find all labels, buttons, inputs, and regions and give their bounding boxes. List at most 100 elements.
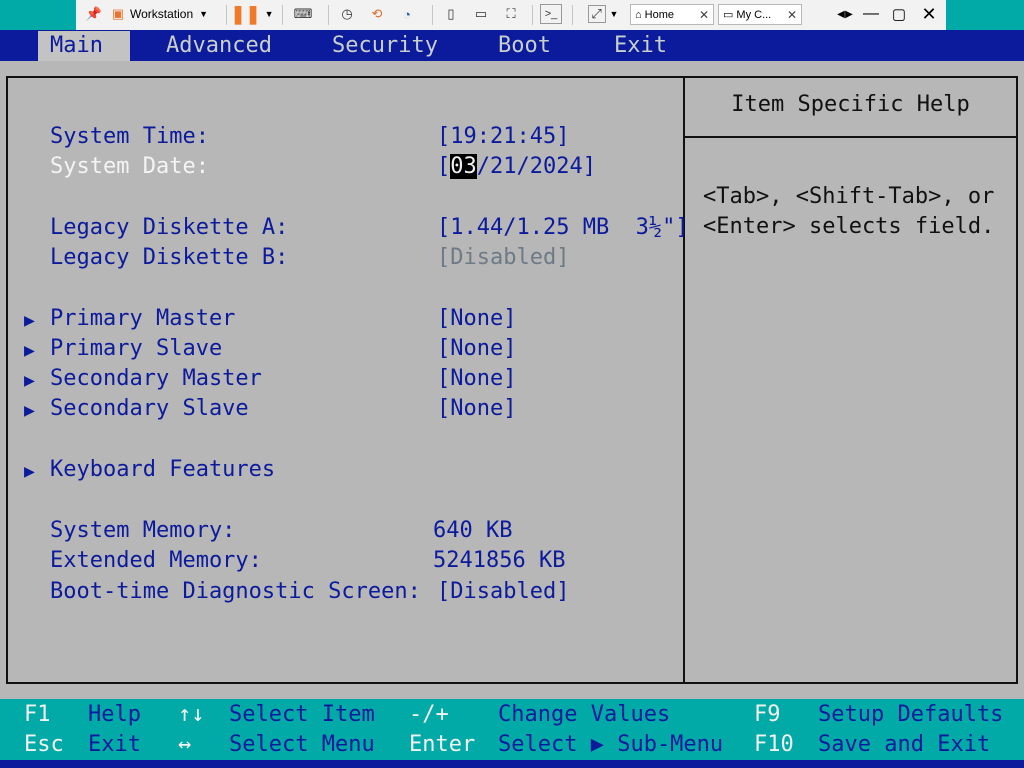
- chevron-down-icon: ▼: [264, 9, 274, 19]
- key-f9-desc: Setup Defaults: [818, 702, 1004, 727]
- boot-diagnostic-field[interactable]: [Disabled]: [437, 577, 569, 607]
- snapshot-manager-button[interactable]: ◔: [396, 4, 418, 24]
- help-divider: [685, 136, 1016, 138]
- key-enter-desc: Select ▶ Sub-Menu: [498, 732, 724, 757]
- vmware-logo-icon: ▣: [111, 6, 125, 21]
- triangle-right-icon: ▶: [24, 310, 35, 331]
- diskette-b-field: [Disabled]: [437, 245, 570, 270]
- toolbar-divider: [328, 5, 329, 25]
- key-left-right-desc: Select Menu: [229, 732, 375, 757]
- system-memory-value: 640 KB: [433, 518, 513, 543]
- chevron-down-icon: ▼: [609, 9, 619, 19]
- key-up-down: ↑↓: [178, 702, 205, 727]
- date-month-cursor[interactable]: 03: [450, 154, 477, 179]
- library-view-button[interactable]: ▯: [440, 4, 462, 24]
- extended-memory-label: Extended Memory:: [50, 548, 262, 573]
- full-screen-button[interactable]: ⛶: [500, 4, 522, 24]
- key-enter: Enter: [409, 732, 476, 757]
- triangle-right-icon: ▶: [24, 461, 35, 482]
- menu-security[interactable]: Security: [320, 31, 450, 61]
- toolbar-divider: [532, 5, 533, 25]
- menu-main[interactable]: Main: [38, 31, 130, 61]
- key-esc-desc: Exit: [88, 732, 141, 757]
- clock-icon: ◷: [341, 6, 353, 21]
- toolbar-divider: [282, 5, 283, 25]
- boot-diagnostic-label: Boot-time Diagnostic Screen:: [50, 579, 421, 604]
- menu-exit[interactable]: Exit: [602, 31, 679, 61]
- close-window-button[interactable]: ✕: [918, 4, 940, 24]
- home-icon: ⌂: [635, 8, 642, 21]
- key-f10-desc: Save and Exit: [818, 732, 991, 757]
- key-legend: F1 Help ↑↓ Select Item -/+ Change Values…: [0, 699, 1024, 760]
- tab-home[interactable]: ⌂ Home ✕: [630, 4, 714, 25]
- secondary-master-value: [None]: [437, 366, 517, 391]
- submenu-secondary-master[interactable]: Secondary Master: [50, 364, 262, 394]
- pause-icon: ❚❚: [230, 3, 261, 24]
- pin-icon[interactable]: 📌: [84, 4, 104, 24]
- snapshot-manager-icon: ◔: [403, 6, 411, 22]
- close-icon[interactable]: ✕: [787, 8, 797, 22]
- key-minus-plus-desc: Change Values: [498, 702, 671, 727]
- maximize-button[interactable]: ▢: [888, 4, 910, 24]
- workstation-dropdown[interactable]: ▣ Workstation ▼: [110, 4, 230, 24]
- toolbar-divider: [432, 5, 433, 25]
- extended-memory-value: 5241856 KB: [433, 548, 566, 573]
- submenu-primary-slave[interactable]: Primary Slave: [50, 334, 222, 364]
- menu-boot[interactable]: Boot: [486, 31, 563, 61]
- monitor-icon: ▭: [723, 9, 734, 21]
- triangle-right-icon: ▶: [24, 340, 35, 361]
- key-left-right: ↔: [178, 732, 192, 757]
- snapshot-button[interactable]: ◷: [336, 4, 358, 24]
- help-box: Item Specific Help <Tab>, <Shift-Tab>, o…: [683, 76, 1018, 684]
- toolbar-divider: [572, 5, 573, 25]
- diskette-b-label: Legacy Diskette B:: [50, 245, 289, 270]
- triangle-right-icon: ▶: [24, 400, 35, 421]
- system-time-label: System Time:: [50, 124, 209, 149]
- chevron-right-icon: ▶: [845, 8, 853, 20]
- revert-icon: ⟲: [371, 6, 383, 21]
- submenu-secondary-slave[interactable]: Secondary Slave: [50, 394, 249, 424]
- pause-button[interactable]: ❚❚ ▼: [230, 4, 273, 24]
- thumbnail-icon: ▭: [474, 6, 488, 21]
- maximize-icon: ▢: [891, 6, 907, 23]
- tab-my-computer[interactable]: ▭ My C... ✕: [718, 4, 802, 25]
- help-title: Item Specific Help: [731, 92, 970, 117]
- submenu-keyboard-features[interactable]: Keyboard Features: [50, 455, 275, 485]
- workstation-label: Workstation: [130, 7, 194, 21]
- help-text: <Tab>, <Shift-Tab>, or <Enter> selects f…: [703, 184, 995, 239]
- close-icon: ✕: [921, 3, 937, 24]
- stretch-guest-button[interactable]: ⤢ ▼: [584, 4, 622, 24]
- bios-main-panel: Item Specific Help <Tab>, <Shift-Tab>, o…: [0, 61, 1024, 699]
- key-minus-plus: -/+: [409, 702, 449, 727]
- primary-slave-value: [None]: [437, 336, 517, 361]
- system-date-field[interactable]: [03/21/2024]: [437, 152, 596, 182]
- submenu-primary-master[interactable]: Primary Master: [50, 304, 235, 334]
- key-f1: F1: [24, 702, 51, 727]
- diskette-a-label: Legacy Diskette A:: [50, 215, 289, 240]
- tab-scroll-right-button[interactable]: ▶: [842, 4, 856, 24]
- date-open-bracket: [: [437, 154, 451, 179]
- tab-label: My C...: [736, 8, 772, 21]
- key-esc: Esc: [24, 732, 64, 757]
- vm-toolbar: 📌 ▣ Workstation ▼ ❚❚ ▼ ⌨ ◷ ⟲ ◔ ▯ ▭ ⛶ >_ …: [76, 0, 946, 30]
- vm-toolbar-bar: 📌 ▣ Workstation ▼ ❚❚ ▼ ⌨ ◷ ⟲ ◔ ▯ ▭ ⛶ >_ …: [0, 0, 1024, 30]
- diskette-a-field[interactable]: [1.44/1.25 MB 3½"]: [437, 213, 689, 243]
- close-icon[interactable]: ✕: [699, 8, 709, 22]
- console-view-button[interactable]: >_: [540, 4, 562, 24]
- chevron-down-icon: ▼: [199, 9, 209, 19]
- thumbnail-view-button[interactable]: ▭: [470, 4, 492, 24]
- system-time-field[interactable]: [19:21:45]: [437, 122, 569, 152]
- triangle-right-icon: ▶: [24, 370, 35, 391]
- key-f9: F9: [754, 702, 781, 727]
- primary-master-value: [None]: [437, 306, 517, 331]
- sidebar-icon: ▯: [447, 6, 455, 21]
- key-up-down-desc: Select Item: [229, 702, 375, 727]
- menu-advanced[interactable]: Advanced: [154, 31, 284, 61]
- toolbar-divider: [226, 5, 227, 25]
- minimize-icon: —: [863, 5, 879, 22]
- bottom-strip: [0, 760, 1024, 768]
- send-ctrl-alt-del-button[interactable]: ⌨: [292, 4, 314, 24]
- revert-snapshot-button[interactable]: ⟲: [366, 4, 388, 24]
- system-memory-label: System Memory:: [50, 518, 236, 543]
- minimize-button[interactable]: —: [860, 4, 882, 24]
